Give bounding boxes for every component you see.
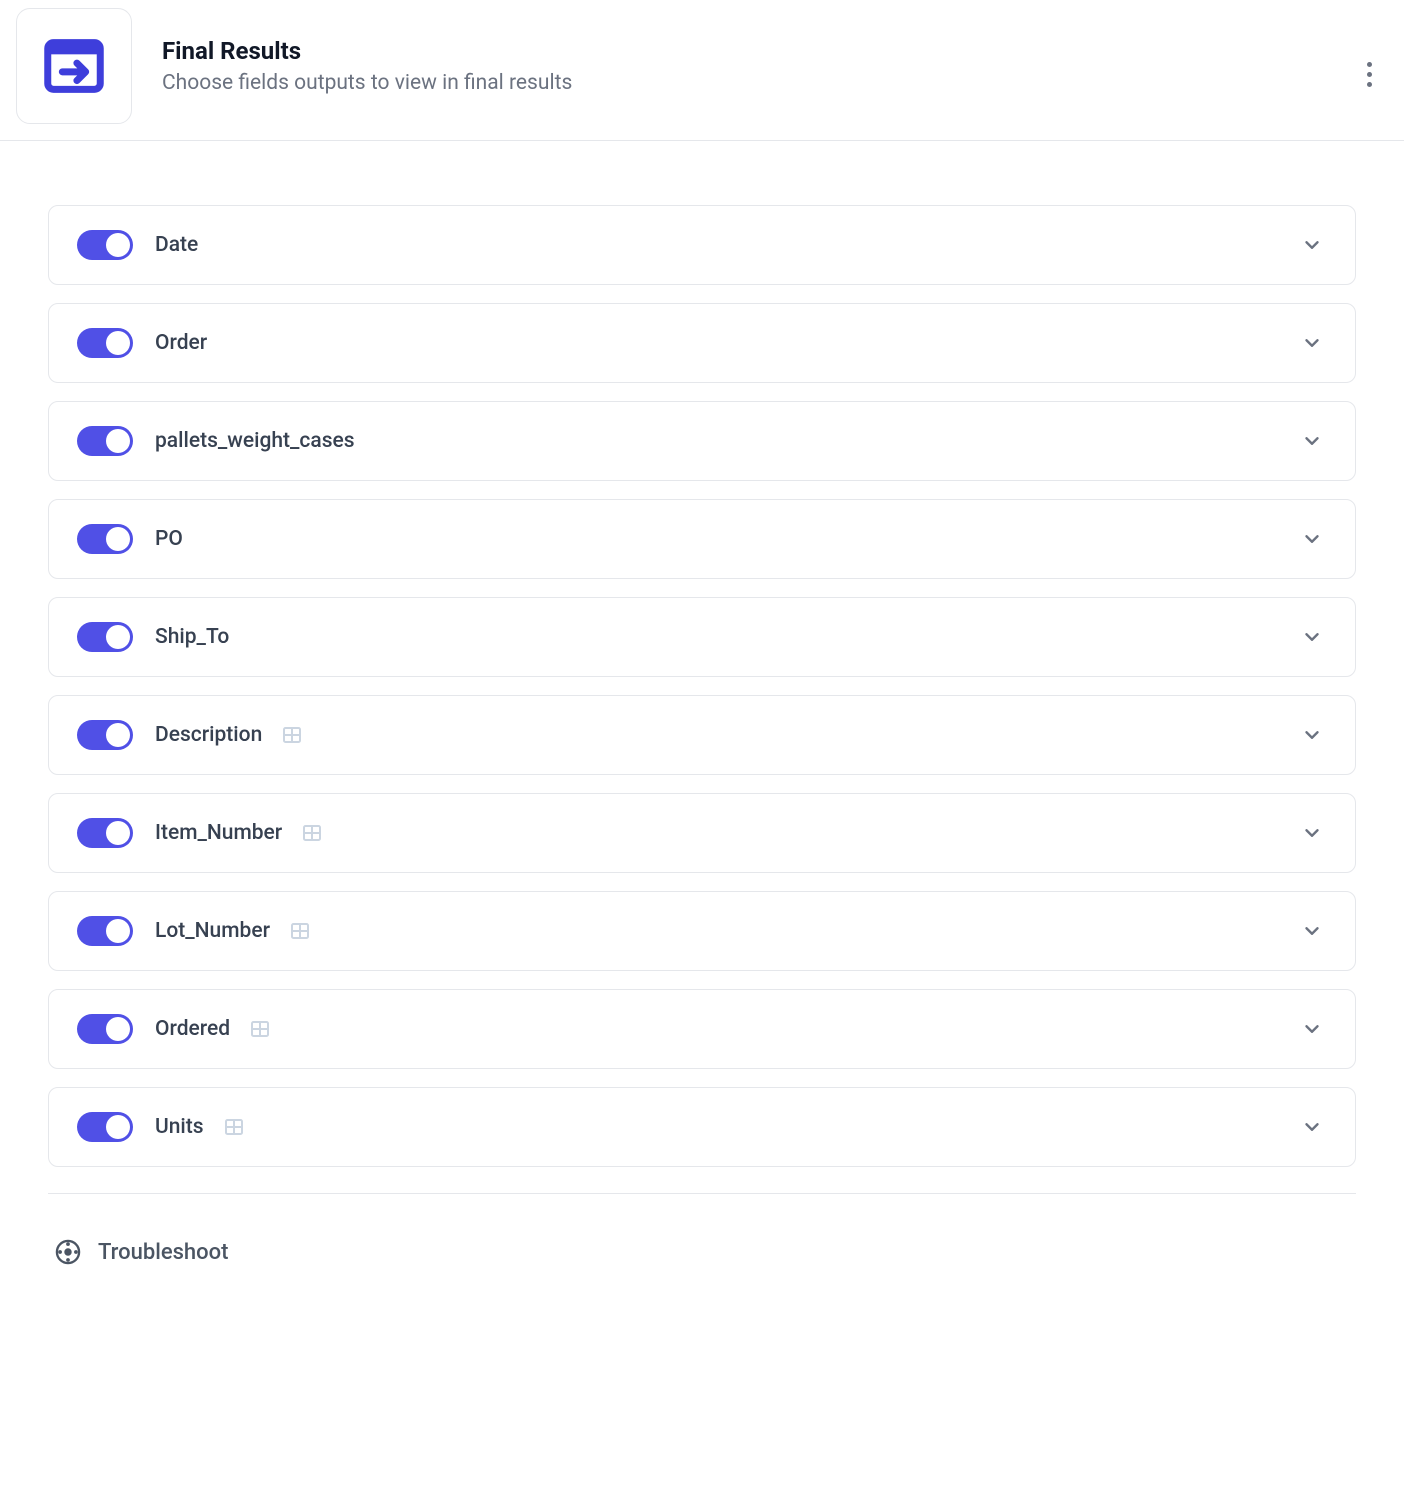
field-row[interactable]: Lot_Number [48,891,1356,971]
troubleshoot-icon [54,1238,82,1266]
field-row[interactable]: Ship_To [48,597,1356,677]
chevron-down-icon[interactable] [1297,524,1327,554]
more-menu-button[interactable] [1359,54,1380,95]
field-toggle[interactable] [77,818,133,848]
field-toggle[interactable] [77,524,133,554]
field-row[interactable]: Order [48,303,1356,383]
chevron-down-icon[interactable] [1297,426,1327,456]
chevron-down-icon[interactable] [1297,720,1327,750]
chevron-down-icon[interactable] [1297,1112,1327,1142]
table-icon [248,1017,272,1041]
fields-list: Date Order pallets_weight_cases PO Ship_To De… [0,141,1404,1386]
chevron-down-icon[interactable] [1297,328,1327,358]
field-label: Description [155,723,262,747]
field-row[interactable]: Date [48,205,1356,285]
field-row[interactable]: Item_Number [48,793,1356,873]
field-toggle[interactable] [77,230,133,260]
output-arrow-icon [39,31,109,101]
table-icon [288,919,312,943]
field-row[interactable]: Units [48,1087,1356,1167]
field-label: pallets_weight_cases [155,429,355,453]
field-toggle[interactable] [77,426,133,456]
field-toggle[interactable] [77,916,133,946]
field-label: Order [155,331,207,355]
field-label: Date [155,233,198,257]
field-label: Ordered [155,1017,230,1041]
field-row[interactable]: Ordered [48,989,1356,1069]
field-toggle[interactable] [77,720,133,750]
field-label: Lot_Number [155,919,270,943]
page-subtitle: Choose fields outputs to view in final r… [162,71,572,95]
troubleshoot-label: Troubleshoot [98,1240,228,1265]
chevron-down-icon[interactable] [1297,1014,1327,1044]
table-icon [300,821,324,845]
chevron-down-icon[interactable] [1297,916,1327,946]
field-row[interactable]: Description [48,695,1356,775]
field-label: Units [155,1115,204,1139]
chevron-down-icon[interactable] [1297,818,1327,848]
chevron-down-icon[interactable] [1297,230,1327,260]
panel-header: Final Results Choose fields outputs to v… [0,0,1404,141]
troubleshoot-row[interactable]: Troubleshoot [48,1234,1356,1346]
field-row[interactable]: PO [48,499,1356,579]
field-toggle[interactable] [77,1014,133,1044]
section-divider [48,1193,1356,1194]
field-toggle[interactable] [77,328,133,358]
table-icon [222,1115,246,1139]
field-toggle[interactable] [77,622,133,652]
field-label: Item_Number [155,821,282,845]
field-label: PO [155,527,183,551]
header-icon-container [16,8,132,124]
page-title: Final Results [162,37,572,65]
chevron-down-icon[interactable] [1297,622,1327,652]
field-label: Ship_To [155,625,229,649]
table-icon [280,723,304,747]
field-row[interactable]: pallets_weight_cases [48,401,1356,481]
field-toggle[interactable] [77,1112,133,1142]
